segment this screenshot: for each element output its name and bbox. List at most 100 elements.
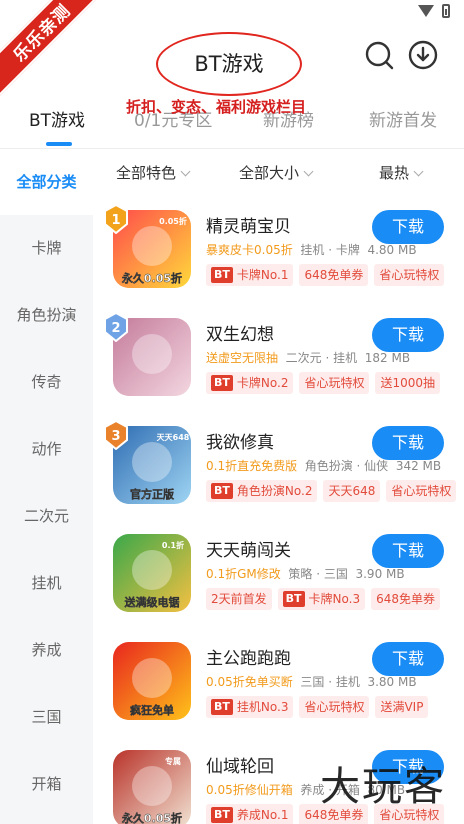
- bt-badge: BT: [282, 591, 305, 607]
- filter-feature[interactable]: 全部特色: [116, 162, 191, 183]
- sidebar-item-action[interactable]: 动作: [0, 416, 93, 482]
- sidebar-item-rpg[interactable]: 角色扮演: [0, 282, 93, 348]
- game-tag-label: 养成No.1: [236, 808, 289, 822]
- game-tag: BT 卡牌No.1: [206, 264, 294, 286]
- icon-caption: 永久0.05折: [121, 811, 182, 824]
- game-app-icon[interactable]: 永久0.05折 专属: [113, 750, 191, 824]
- game-app-icon[interactable]: 送满级电锯 0.1折: [113, 534, 191, 612]
- sidebar-item-raising[interactable]: 养成: [0, 617, 93, 683]
- game-tag-label: 省心玩特权: [379, 268, 440, 282]
- icon-corner-badge: 天天648: [157, 433, 190, 442]
- game-tag: BT 挂机No.3: [206, 696, 294, 718]
- sidebar-item-all[interactable]: 全部分类: [0, 149, 93, 215]
- sidebar-item-idle[interactable]: 挂机: [0, 550, 93, 616]
- game-tags: BT 角色扮演No.2 天天648 省心玩特权: [206, 480, 457, 502]
- game-tags: 2天前首发 BT 卡牌No.3 648免单券: [206, 588, 440, 610]
- search-icon[interactable]: [364, 40, 394, 70]
- icon-caption: 永久0.05折: [121, 271, 182, 285]
- game-row[interactable]: 疯狂免单 主公跑跑跑 0.05折免单买断 三国 · 挂机 3.80 MB BT 挂…: [93, 642, 464, 750]
- icon-corner-badge: 0.1折: [162, 540, 184, 550]
- rank-number: 1: [111, 213, 120, 228]
- tab-new-releases[interactable]: 新游首发: [369, 106, 437, 131]
- game-tag: 送1000抽: [375, 372, 441, 394]
- download-button[interactable]: 下载: [372, 318, 444, 352]
- game-name: 主公跑跑跑: [206, 649, 291, 669]
- game-name: 仙域轮回: [206, 757, 274, 777]
- game-tag-label: 卡牌No.1: [236, 268, 289, 282]
- game-tag-label: 省心玩特权: [391, 484, 452, 498]
- game-meta: 策略 · 三国: [288, 567, 348, 581]
- category-sidebar: 全部分类 卡牌 角色扮演 传奇 动作 二次元 挂机 养成 三国 开箱: [0, 149, 93, 824]
- game-tag-label: 卡牌No.3: [308, 592, 361, 606]
- chevron-down-icon: [180, 166, 191, 177]
- game-tag: BT 卡牌No.2: [206, 372, 294, 394]
- icon-caption: 送满级电锯: [124, 595, 180, 609]
- game-size: 4.80 MB: [367, 243, 417, 257]
- rank-badge-icon: 2: [103, 311, 129, 343]
- sidebar-item-anime[interactable]: 二次元: [0, 483, 93, 549]
- game-name: 双生幻想: [206, 325, 274, 345]
- bt-badge: BT: [211, 375, 233, 391]
- game-row[interactable]: 3 官方正版 天天648 我欲修真 0.1折直充免费版 角色扮演 · 仙侠 34…: [93, 419, 464, 534]
- bt-badge: BT: [211, 699, 233, 715]
- game-tag-label: 角色扮演No.2: [236, 484, 313, 498]
- filter-size[interactable]: 全部大小: [239, 162, 314, 183]
- game-size: 3.90 MB: [355, 567, 405, 581]
- chevron-down-icon: [413, 166, 424, 177]
- game-tag-label: 送满VIP: [380, 700, 424, 714]
- download-manager-icon[interactable]: [408, 40, 438, 70]
- game-tag-label: 送1000抽: [380, 376, 436, 390]
- game-highlight: 0.05折免单买断: [206, 675, 293, 689]
- sidebar-item-legend[interactable]: 传奇: [0, 349, 93, 415]
- game-row[interactable]: 送满级电锯 0.1折 天天萌闯关 0.1折GM修改 策略 · 三国 3.90 M…: [93, 534, 464, 642]
- sidebar-item-card[interactable]: 卡牌: [0, 215, 93, 281]
- game-size: 342 MB: [395, 459, 442, 473]
- filter-size-label: 全部大小: [239, 164, 300, 182]
- download-button[interactable]: 下载: [372, 534, 444, 568]
- game-tags: BT 挂机No.3 省心玩特权 送满VIP: [206, 696, 429, 718]
- icon-caption: 官方正版: [130, 487, 174, 501]
- game-tag: BT 养成No.1: [206, 804, 294, 824]
- game-row[interactable]: 1 永久0.05折 0.05折 精灵萌宝贝 暴爽皮卡0.05折 挂机 · 卡牌 …: [93, 203, 464, 318]
- game-tag-label: 648免单券: [304, 268, 364, 282]
- active-tab-indicator: [46, 142, 72, 146]
- game-tag: 省心玩特权: [386, 480, 457, 502]
- sidebar-item-three-kingdoms[interactable]: 三国: [0, 684, 93, 750]
- download-button[interactable]: 下载: [372, 210, 444, 244]
- tab-bt-games[interactable]: BT游戏: [29, 106, 85, 131]
- game-tag-label: 2天前首发: [211, 592, 267, 606]
- battery-icon: [442, 4, 450, 18]
- game-name: 精灵萌宝贝: [206, 217, 291, 237]
- game-tag: 省心玩特权: [299, 696, 370, 718]
- game-tag: BT 卡牌No.3: [277, 588, 366, 610]
- game-tag: 送满VIP: [375, 696, 429, 718]
- game-size: 3.80 MB: [367, 675, 417, 689]
- filter-sort[interactable]: 最热: [379, 162, 424, 183]
- sidebar-item-lootbox[interactable]: 开箱: [0, 751, 93, 817]
- icon-corner-badge: 0.05折: [159, 216, 187, 226]
- download-button[interactable]: 下载: [372, 426, 444, 460]
- game-row[interactable]: 2 双生幻想 送虚空无限抽 二次元 · 挂机 182 MB BT 卡牌No.2 省心…: [93, 311, 464, 426]
- filter-sort-label: 最热: [379, 164, 410, 182]
- rank-number: 2: [111, 321, 120, 336]
- game-name: 天天萌闯关: [206, 541, 291, 561]
- game-app-icon[interactable]: 疯狂免单: [113, 642, 191, 720]
- game-tag: 2天前首发: [206, 588, 272, 610]
- game-name: 我欲修真: [206, 433, 274, 453]
- game-meta: 二次元 · 挂机: [285, 351, 358, 365]
- game-tags: BT 卡牌No.1 648免单券 省心玩特权: [206, 264, 445, 286]
- download-button[interactable]: 下载: [372, 642, 444, 676]
- game-description: 0.1折GM修改 策略 · 三国 3.90 MB: [206, 565, 405, 582]
- rank-badge-icon: 3: [103, 419, 129, 451]
- game-tag-label: 天天648: [328, 484, 376, 498]
- bt-badge: BT: [211, 483, 233, 499]
- game-tag-label: 卡牌No.2: [236, 376, 289, 390]
- header: BT游戏: [0, 26, 464, 96]
- game-tag: 省心玩特权: [374, 264, 445, 286]
- game-tag: 648免单券: [371, 588, 440, 610]
- game-meta: 三国 · 挂机: [300, 675, 360, 689]
- game-tag: 省心玩特权: [299, 372, 370, 394]
- game-highlight: 暴爽皮卡0.05折: [206, 243, 293, 257]
- icon-corner-badge: 专属: [165, 756, 181, 766]
- game-description: 送虚空无限抽 二次元 · 挂机 182 MB: [206, 349, 410, 366]
